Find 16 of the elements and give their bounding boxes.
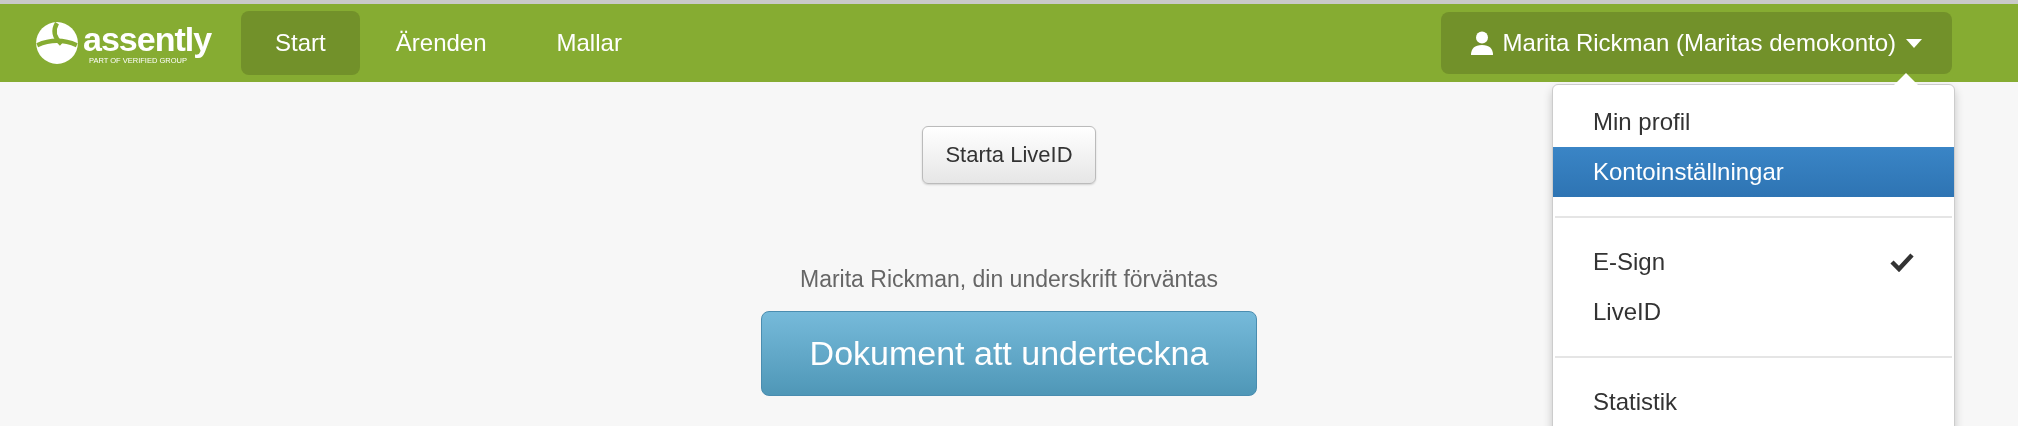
user-icon <box>1470 31 1493 55</box>
nav-tab[interactable]: Start <box>241 11 360 75</box>
user-menu-button[interactable]: Marita Rickman (Maritas demokonto) <box>1440 12 1952 74</box>
start-liveid-button[interactable]: Starta LiveID <box>922 126 1096 184</box>
menu-item[interactable]: Min profil <box>1553 97 1954 147</box>
documents-to-sign-button[interactable]: Dokument att underteckna <box>761 311 1257 396</box>
logo-wordmark: assently <box>83 21 212 56</box>
nav-tab[interactable]: Mallar <box>522 11 656 75</box>
menu-item[interactable]: Kontoinställningar <box>1553 147 1954 197</box>
menu-item[interactable]: LiveID <box>1553 287 1954 337</box>
signature-message: Marita Rickman, din underskrift förväntas <box>800 266 1218 293</box>
logo-icon <box>35 21 79 65</box>
nav-tab[interactable]: Ärenden <box>361 11 521 75</box>
menu-item[interactable]: E-Sign <box>1553 237 1954 287</box>
menu-item[interactable]: Statistik <box>1553 377 1954 426</box>
caret-icon <box>1906 38 1922 48</box>
